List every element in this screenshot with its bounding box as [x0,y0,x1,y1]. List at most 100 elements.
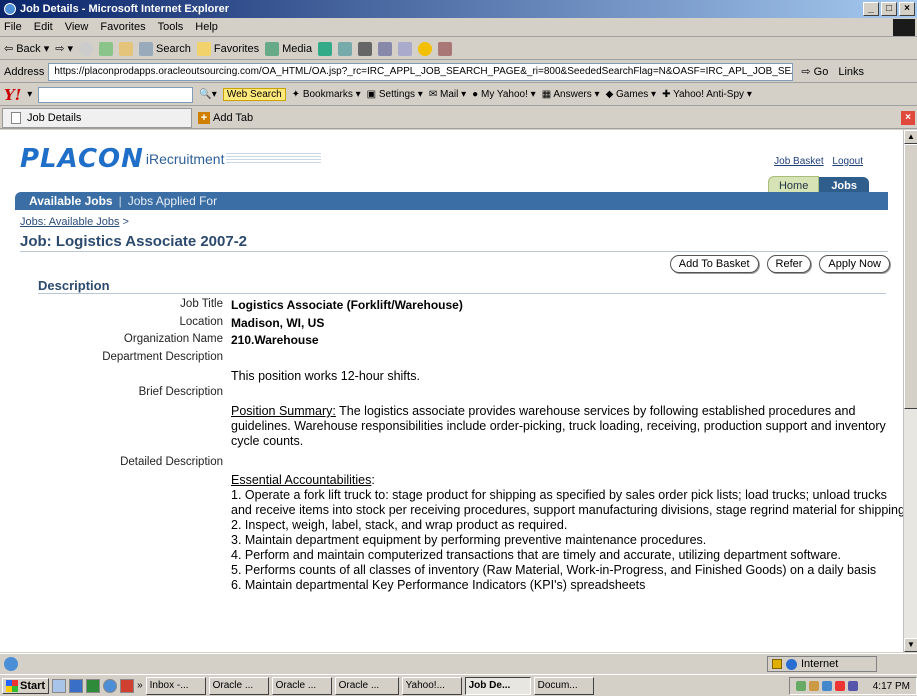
stop-icon[interactable] [79,41,94,56]
vertical-scrollbar[interactable]: ▲ ▼ [903,130,917,652]
media-icon [265,41,280,56]
mail-icon[interactable] [338,41,353,56]
anti-spy-button[interactable]: ✚ Yahoo! Anti-Spy ▾ [662,89,752,100]
star-icon [196,41,211,56]
menu-tools[interactable]: Tools [158,21,184,33]
games-button[interactable]: ◆ Games ▾ [606,89,657,100]
list-item: 1. Operate a fork lift truck to: stage p… [231,488,903,517]
title-divider [20,251,888,252]
tab-job-details[interactable]: Job Details [2,107,192,128]
label-organization: Organization Name [123,333,223,345]
brief-heading: Position Summary: [231,404,336,418]
task-yahoo[interactable]: Yahoo!... [401,676,462,695]
mail-button[interactable]: ✉ Mail ▾ [429,89,466,100]
quicklaunch-more-icon[interactable]: » [137,680,143,691]
quicklaunch-ie-icon[interactable] [103,678,118,693]
discuss-icon[interactable] [398,41,413,56]
breadcrumb-available-jobs[interactable]: Jobs: Available Jobs [20,216,119,228]
task-job-details[interactable]: Job De... [464,676,531,695]
menu-favorites[interactable]: Favorites [100,21,145,33]
refer-button[interactable]: Refer [766,255,812,273]
globe-icon [786,658,797,670]
ie-icon [4,3,16,15]
value-department-description: This position works 12-hour shifts. [231,369,420,383]
home-icon[interactable] [119,41,134,56]
history-icon[interactable] [318,41,333,56]
task-oracle-3[interactable]: Oracle ... [334,676,399,695]
my-yahoo-button[interactable]: ● My Yahoo! ▾ [472,89,536,100]
favorites-button[interactable]: Favorites [196,41,259,56]
bookmarks-button[interactable]: ✦ Bookmarks ▾ [292,89,361,100]
yahoo-search-input[interactable] [38,86,194,103]
list-item: 5. Performs counts of all classes of inv… [231,563,877,577]
quicklaunch-word-icon[interactable] [69,678,84,693]
task-inbox[interactable]: Inbox -... [145,676,206,695]
links-button[interactable]: Links [838,66,864,78]
scroll-thumb[interactable] [904,144,917,409]
add-tab-button[interactable]: + Add Tab [198,111,253,124]
quicklaunch-app-icon[interactable] [120,678,135,693]
window-title: Job Details - Microsoft Internet Explore… [20,3,230,15]
menu-help[interactable]: Help [195,21,218,33]
ie-status-icon [4,656,18,671]
scroll-down-icon[interactable]: ▼ [904,638,917,652]
add-to-basket-button[interactable]: Add To Basket [669,255,759,273]
search-icon[interactable]: 🔍▾ [199,89,216,100]
task-document[interactable]: Docum... [533,676,594,695]
nav-available-jobs[interactable]: Available Jobs [29,194,113,208]
research-icon[interactable] [438,41,453,56]
apply-now-button[interactable]: Apply Now [819,255,890,273]
nav-jobs-applied-for[interactable]: Jobs Applied For [128,194,217,208]
page-content: PLACON iRecruitment Job Basket Logout Ho… [0,130,903,652]
nav-separator: | [118,194,122,208]
messenger-icon[interactable] [418,41,433,56]
label-location: Location [179,316,223,328]
breadcrumb: Jobs: Available Jobs > [20,216,129,228]
address-label: Address [4,65,45,78]
menu-view[interactable]: View [65,21,89,33]
list-item: 2. Inspect, weigh, label, stack, and wra… [231,518,568,532]
action-buttons: Add To Basket Refer Apply Now [669,255,890,273]
job-basket-link[interactable]: Job Basket [774,156,823,167]
settings-button[interactable]: ▣ Settings ▾ [367,89,423,100]
yahoo-logo-icon[interactable]: Y! [4,86,21,104]
placon-logo: PLACON [20,144,144,174]
section-header-description: Description [38,278,110,293]
quicklaunch-excel-icon[interactable] [86,678,101,693]
maximize-button[interactable]: □ [881,2,897,16]
search-button[interactable]: Search [139,41,191,56]
web-search-button[interactable]: Web Search [222,88,286,101]
quicklaunch-outlook-icon[interactable] [52,678,67,693]
menu-edit[interactable]: Edit [34,21,53,33]
start-button[interactable]: Start [2,677,50,694]
list-item: 3. Maintain department equipment by perf… [231,533,707,547]
print-icon[interactable] [358,41,373,56]
page-title: Job: Logistics Associate 2007-2 [20,233,248,250]
tray-icon[interactable] [834,681,845,691]
title-bar: Job Details - Microsoft Internet Explore… [0,0,917,18]
tray-icon[interactable] [847,681,858,691]
edit-icon[interactable] [378,41,393,56]
task-oracle-1[interactable]: Oracle ... [208,676,269,695]
answers-button[interactable]: ▦ Answers ▾ [542,89,600,100]
task-oracle-2[interactable]: Oracle ... [271,676,332,695]
back-button[interactable]: ⇦ Back ▾ [4,42,49,56]
tray-icon[interactable] [808,681,819,691]
yahoo-toolbar: Y! ▾ 🔍▾ Web Search ✦ Bookmarks ▾ ▣ Setti… [0,84,917,106]
tray-icon[interactable] [795,681,806,691]
tray-icon[interactable] [821,681,832,691]
address-input[interactable]: https://placonprodapps.oracleoutsourcing… [48,62,794,81]
menu-file[interactable]: File [4,21,22,33]
refresh-icon[interactable] [99,41,114,56]
media-button[interactable]: Media [265,41,312,56]
label-detailed-description: Detailed Description [120,456,223,468]
forward-button[interactable]: ⇨ ▾ [55,42,73,55]
label-brief-description: Brief Description [138,386,223,398]
logout-link[interactable]: Logout [832,156,863,167]
yahoo-dropdown-icon[interactable]: ▾ [27,89,32,100]
minimize-button[interactable]: _ [863,2,879,16]
go-button[interactable]: ⇨ Go [801,65,828,78]
close-tab-icon[interactable]: × [901,111,915,125]
scroll-up-icon[interactable]: ▲ [904,130,917,144]
close-button[interactable]: × [899,2,915,16]
